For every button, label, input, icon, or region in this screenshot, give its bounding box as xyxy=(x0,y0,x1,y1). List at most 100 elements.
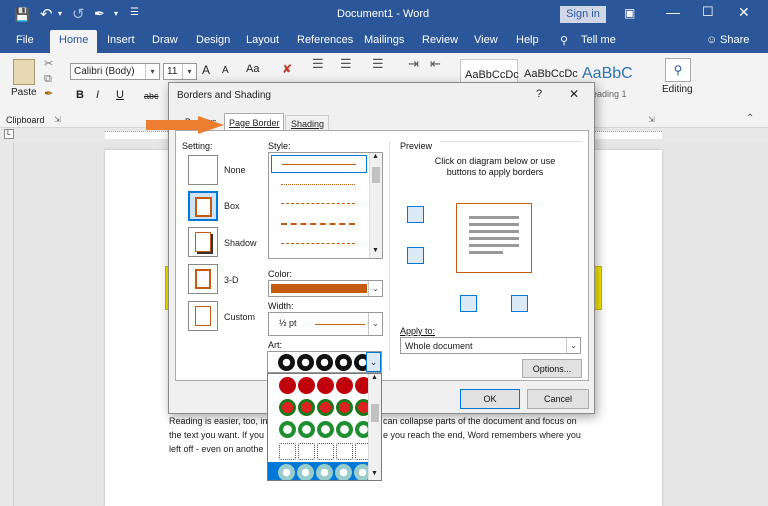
chevron-down-icon[interactable]: ▾ xyxy=(145,64,159,79)
chevron-down-icon[interactable]: ▾ xyxy=(114,9,118,18)
tab-insert[interactable]: Insert xyxy=(107,34,135,46)
setting-shadow-icon[interactable] xyxy=(188,227,218,257)
dialog-launcher-icon[interactable]: ⇲ xyxy=(54,115,61,124)
paste-icon[interactable] xyxy=(13,59,35,85)
italic-button[interactable]: I xyxy=(96,89,99,101)
style-option-selected[interactable] xyxy=(271,155,367,173)
indent-icon[interactable]: ⇥ xyxy=(408,56,419,72)
style-option[interactable] xyxy=(281,243,355,244)
paste-label[interactable]: Paste xyxy=(11,87,37,98)
setting-box-label[interactable]: Box xyxy=(224,201,240,211)
multilevel-list-icon[interactable]: ☰ xyxy=(372,56,384,72)
tab-references[interactable]: References xyxy=(297,34,353,46)
font-size-select[interactable]: 11 ▾ xyxy=(163,63,197,80)
setting-box-icon[interactable] xyxy=(188,191,218,221)
tab-file[interactable]: File xyxy=(16,34,34,46)
tab-help[interactable]: Help xyxy=(516,34,539,46)
chevron-down-icon[interactable]: ⌄ xyxy=(566,338,580,353)
tab-layout[interactable]: Layout xyxy=(246,34,279,46)
tab-design[interactable]: Design xyxy=(196,34,230,46)
tab-mailings[interactable]: Mailings xyxy=(364,34,404,46)
body-text-line: Reading is easier, too, in xyxy=(169,416,268,426)
chevron-down-icon[interactable]: ▾ xyxy=(182,64,196,79)
save-icon[interactable]: 💾 xyxy=(14,7,30,23)
tab-view[interactable]: View xyxy=(474,34,498,46)
left-border-button[interactable] xyxy=(460,295,477,312)
setting-3d-icon[interactable] xyxy=(188,264,218,294)
format-painter-icon[interactable]: ✒ xyxy=(94,6,105,22)
tab-review[interactable]: Review xyxy=(422,34,458,46)
tab-draw[interactable]: Draw xyxy=(152,34,178,46)
style-option[interactable] xyxy=(281,203,355,204)
ribbon-display-icon[interactable]: ▣ xyxy=(624,6,635,20)
undo-icon[interactable]: ↶ xyxy=(40,5,53,23)
setting-none-icon[interactable] xyxy=(188,155,218,185)
setting-shadow-label[interactable]: Shadow xyxy=(224,238,257,248)
art-option-selected[interactable] xyxy=(268,462,371,480)
bold-button[interactable]: B xyxy=(76,89,84,101)
art-option-red-roses[interactable] xyxy=(279,377,372,399)
bullets-icon[interactable]: ☰ xyxy=(312,56,324,72)
apply-to-select[interactable]: Whole document ⌄ xyxy=(400,337,581,354)
style-option[interactable] xyxy=(281,184,355,185)
width-select[interactable]: ½ pt ⌄ xyxy=(268,312,383,336)
color-select[interactable]: ⌄ xyxy=(268,280,383,297)
styles-dialog-launcher-icon[interactable]: ⇲ xyxy=(648,115,655,124)
format-painter-icon[interactable]: ✒ xyxy=(44,87,53,100)
cancel-button[interactable]: Cancel xyxy=(527,389,589,409)
ok-button[interactable]: OK xyxy=(460,389,520,409)
clear-formatting-icon[interactable]: ✘ xyxy=(282,62,292,76)
chevron-down-icon[interactable]: ⌄ xyxy=(368,281,382,296)
bottom-border-button[interactable] xyxy=(407,247,424,264)
tab-home[interactable]: Home xyxy=(50,30,98,53)
setting-custom-icon[interactable] xyxy=(188,301,218,331)
collapse-ribbon-icon[interactable]: ⌃ xyxy=(746,113,754,124)
share-button[interactable]: Share xyxy=(720,34,749,46)
redo-icon[interactable]: ↺ xyxy=(72,5,85,23)
style-list[interactable]: ▲ ▼ xyxy=(268,152,383,259)
body-text-line: left off - even on anothe xyxy=(169,444,264,454)
style-scrollbar[interactable]: ▲ ▼ xyxy=(369,153,382,258)
chevron-down-icon[interactable]: ⌄ xyxy=(366,352,381,372)
close-button[interactable]: ✕ xyxy=(569,87,579,101)
setting-custom-label[interactable]: Custom xyxy=(224,312,255,322)
change-case-button[interactable]: Aa xyxy=(246,63,259,75)
sign-in-button[interactable]: Sign in xyxy=(560,6,606,23)
options-button[interactable]: Options... xyxy=(522,359,582,378)
customize-toolbar-icon[interactable]: ☰ xyxy=(130,7,139,18)
grow-font-button[interactable]: A xyxy=(202,63,210,77)
shrink-font-button[interactable]: A xyxy=(222,65,229,76)
right-border-button[interactable] xyxy=(511,295,528,312)
strikethrough-button[interactable]: abc xyxy=(144,91,159,101)
tell-me-search[interactable]: Tell me xyxy=(581,34,616,46)
tab-page-border[interactable]: Page Border xyxy=(224,113,284,131)
editing-button[interactable]: Editing xyxy=(662,84,693,95)
chevron-down-icon[interactable]: ⌄ xyxy=(368,313,382,335)
preview-diagram[interactable] xyxy=(456,203,532,273)
maximize-icon[interactable]: ☐ xyxy=(702,4,714,20)
cut-icon[interactable]: ✂ xyxy=(44,57,53,70)
setting-none-label[interactable]: None xyxy=(224,165,246,175)
width-label: Width: xyxy=(268,301,294,311)
document-title: Document1 - Word xyxy=(337,8,430,20)
style-option[interactable] xyxy=(281,223,355,225)
help-button[interactable]: ? xyxy=(536,88,542,100)
art-scrollbar[interactable]: ▲ ▼ xyxy=(368,374,381,480)
chevron-down-icon[interactable]: ▾ xyxy=(58,9,62,18)
art-select[interactable]: ⌄ xyxy=(267,351,382,373)
numbering-icon[interactable]: ☰ xyxy=(340,56,352,72)
top-border-button[interactable] xyxy=(407,206,424,223)
outdent-icon[interactable]: ⇤ xyxy=(430,56,441,72)
tab-selector-icon[interactable]: L xyxy=(4,129,14,139)
art-option-poinsettias[interactable] xyxy=(279,399,372,421)
underline-button[interactable]: U xyxy=(116,89,124,101)
close-icon[interactable]: ✕ xyxy=(738,4,750,21)
copy-icon[interactable]: ⧉ xyxy=(44,73,52,86)
minimize-icon[interactable]: — xyxy=(666,4,680,20)
art-dropdown-list[interactable]: ▲ ▼ xyxy=(267,373,382,481)
font-name-select[interactable]: Calibri (Body) ▾ xyxy=(70,63,160,80)
tab-shading[interactable]: Shading xyxy=(285,115,329,131)
art-option-ivy[interactable] xyxy=(279,421,372,443)
setting-3d-label[interactable]: 3-D xyxy=(224,275,239,285)
search-icon[interactable]: ⚲ xyxy=(665,58,691,82)
